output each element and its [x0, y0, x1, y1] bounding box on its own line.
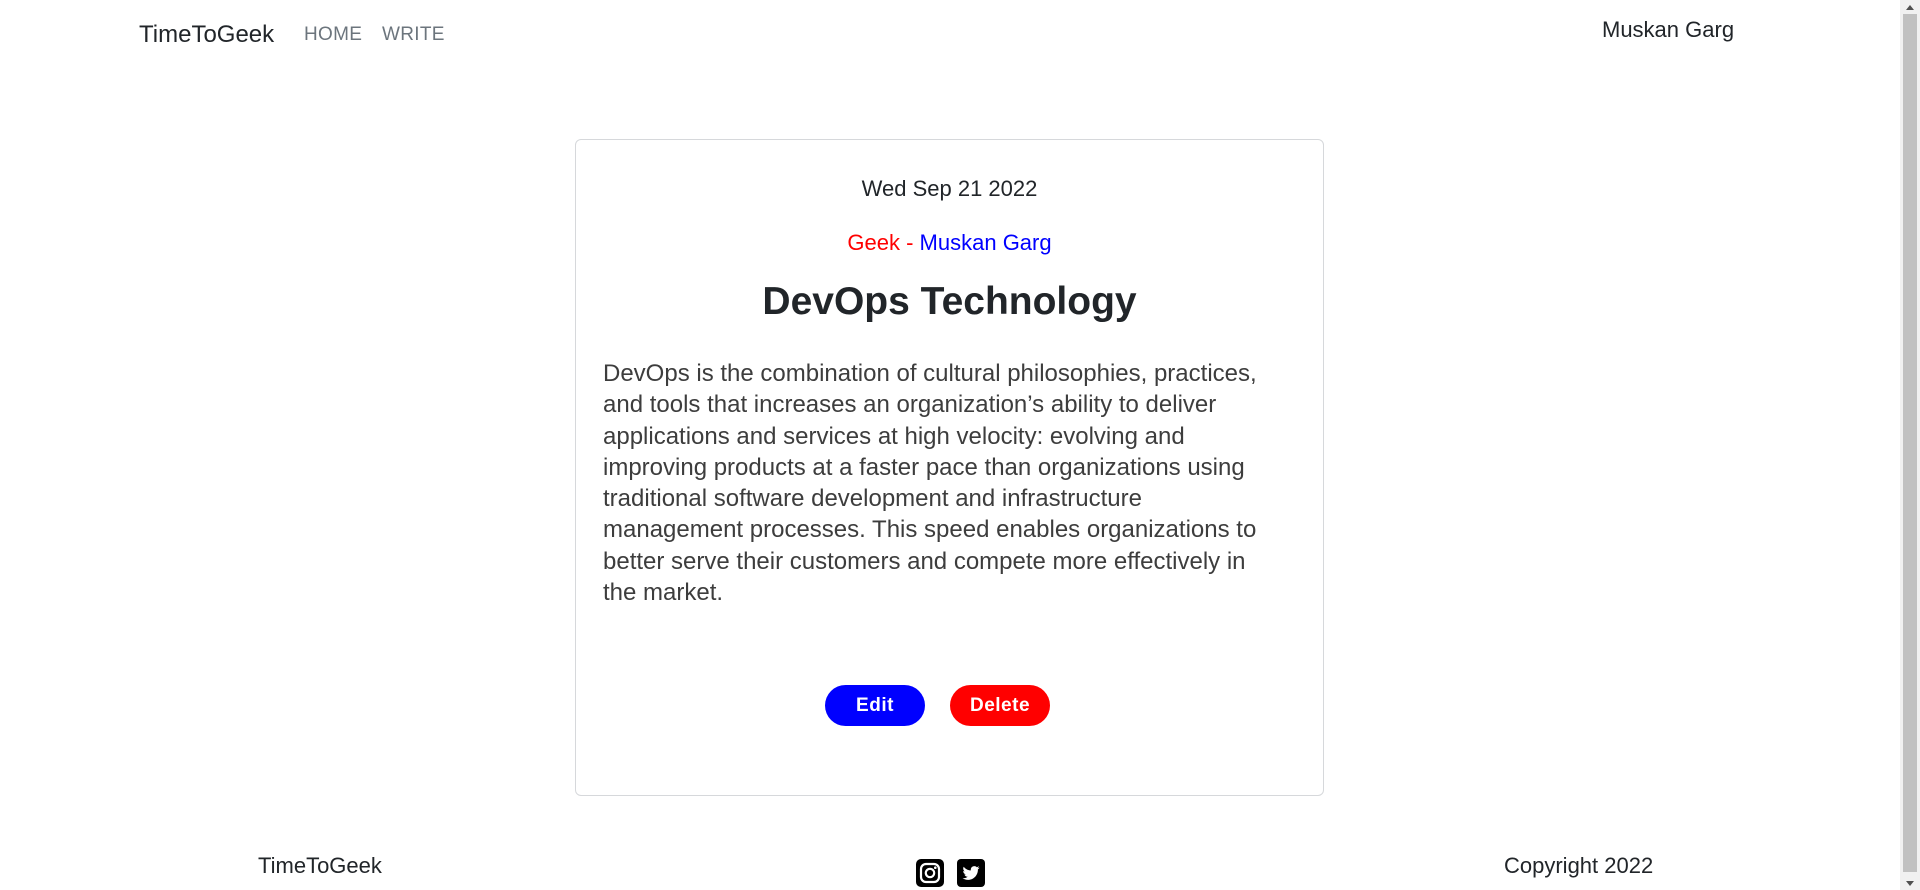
post-card: Wed Sep 21 2022 Geek - Muskan Garg DevOp… — [575, 139, 1324, 796]
scrollbar-thumb[interactable] — [1903, 14, 1917, 872]
post-meta: Geek - Muskan Garg — [576, 230, 1323, 256]
vertical-scrollbar[interactable] — [1900, 0, 1920, 890]
scroll-up-icon[interactable] — [1900, 0, 1920, 14]
post-date: Wed Sep 21 2022 — [861, 176, 1038, 201]
navbar: TimeToGeek HOME WRITE Muskan Garg — [0, 0, 1898, 72]
post-category: Geek — [847, 230, 900, 255]
post-meta-separator: - — [899, 230, 920, 255]
footer-copyright: Copyright 2022 — [1504, 853, 1654, 878]
nav-link-home[interactable]: HOME — [304, 24, 362, 46]
navbar-user-name[interactable]: Muskan Garg — [1602, 17, 1734, 43]
navbar-brand[interactable]: TimeToGeek — [139, 21, 274, 49]
footer-brand: TimeToGeek — [258, 853, 382, 878]
page: TimeToGeek HOME WRITE Muskan Garg Wed Se… — [0, 0, 1920, 890]
footer-social-links — [916, 859, 985, 887]
nav-link-write[interactable]: WRITE — [382, 24, 445, 46]
post-title: DevOps Technology — [762, 280, 1137, 323]
edit-button[interactable]: Edit — [825, 685, 925, 726]
post-body: DevOps is the combination of cultural ph… — [603, 360, 1257, 607]
delete-button[interactable]: Delete — [950, 685, 1050, 726]
twitter-icon[interactable] — [957, 859, 985, 887]
instagram-icon[interactable] — [916, 859, 944, 887]
scroll-down-icon[interactable] — [1900, 876, 1920, 890]
post-author[interactable]: Muskan Garg — [920, 230, 1052, 255]
